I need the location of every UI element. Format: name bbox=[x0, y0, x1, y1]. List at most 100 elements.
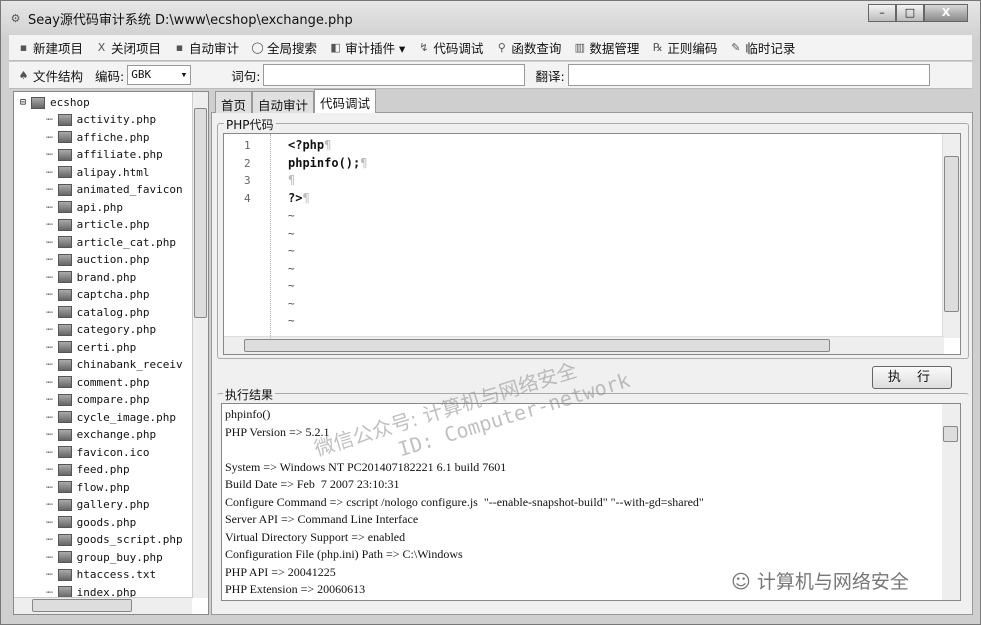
file-icon bbox=[57, 411, 72, 423]
tree-connector: ┈ bbox=[46, 148, 53, 161]
code-line: phpinfo();¶ bbox=[288, 156, 367, 170]
tree-file-item[interactable]: ┈ affiche.php bbox=[46, 131, 149, 144]
tree-connector: ┈ bbox=[46, 200, 53, 214]
file-icon bbox=[57, 288, 72, 301]
file-tree: ⊟ ecshop ┈ activity.php ┈ affiche.php ┈ affili… bbox=[13, 91, 209, 615]
tree-file-item[interactable]: ┈ chinabank_receiv bbox=[46, 358, 183, 371]
tree-horizontal-scrollbar[interactable] bbox=[14, 597, 192, 614]
tree-file-item[interactable]: ┈ article.php bbox=[46, 218, 149, 231]
code-text: phpinfo(); bbox=[288, 155, 361, 170]
tab-code-debug[interactable]: 代码调试 bbox=[314, 89, 377, 113]
tree-file-item[interactable]: ┈ certi.php bbox=[46, 341, 136, 354]
chevron-down-icon: ▾ bbox=[180, 68, 188, 81]
wechat-icon: ☺ bbox=[731, 571, 757, 593]
tree-file-item[interactable]: ┈ category.php bbox=[46, 323, 156, 336]
tree-file-item[interactable]: ┈ exchange.php bbox=[46, 428, 156, 441]
code-line: ¶ bbox=[288, 173, 295, 187]
result-line: phpinfo() bbox=[225, 407, 271, 421]
secondary-toolbar: ♠ 文件结构 编码: GBK ▾ 词句: 翻译: bbox=[9, 62, 972, 89]
file-name: cycle_image.php bbox=[76, 410, 176, 424]
close-button[interactable]: X bbox=[924, 4, 968, 22]
tree-file-item[interactable]: ┈ cycle_image.php bbox=[46, 411, 176, 424]
toolbar-button-7[interactable]: ▥ 数据管理 bbox=[573, 38, 640, 57]
tree-file-item[interactable]: ┈ group_buy.php bbox=[46, 551, 163, 564]
maximize-button[interactable]: □ bbox=[896, 4, 924, 22]
editor-horizontal-scrollbar[interactable] bbox=[224, 336, 944, 354]
execute-button[interactable]: 执 行 bbox=[872, 366, 952, 389]
result-line: PHP API => 20041225 bbox=[225, 564, 336, 579]
tree-file-item[interactable]: ┈ activity.php bbox=[46, 113, 156, 126]
empty-line-marker: ~ bbox=[288, 209, 295, 222]
tree-file-item[interactable]: ┈ flow.php bbox=[46, 481, 130, 494]
line-number: 4 bbox=[244, 191, 251, 205]
file-name: captcha.php bbox=[76, 288, 150, 301]
toolbar-button-3[interactable]: ◯ 全局搜索 bbox=[251, 38, 317, 57]
file-icon bbox=[57, 446, 72, 458]
tree-file-item[interactable]: ┈ comment.php bbox=[46, 376, 149, 389]
tree-file-item[interactable]: ┈ animated_favicon bbox=[46, 183, 183, 196]
file-structure-button[interactable]: ♠ 文件结构 bbox=[17, 66, 83, 85]
file-icon bbox=[57, 131, 72, 143]
tree-file-item[interactable]: ┈ goods_script.php bbox=[46, 533, 183, 546]
toolbar-button-8[interactable]: ℞ 正则编码 bbox=[651, 38, 717, 57]
tree-file-item[interactable]: ┈ article_cat.php bbox=[46, 236, 176, 249]
temp-record-icon: ✎ bbox=[731, 41, 741, 54]
encoding-select[interactable]: GBK ▾ bbox=[127, 65, 192, 85]
file-name: chinabank_receiv bbox=[76, 358, 183, 371]
file-name: auction.php bbox=[76, 253, 150, 266]
tree-connector: ┈ bbox=[46, 305, 53, 319]
file-name: animated_favicon bbox=[76, 183, 183, 196]
tree-file-item[interactable]: ┈ auction.php bbox=[46, 253, 149, 266]
minimize-button[interactable]: – bbox=[868, 4, 896, 22]
tree-connector: ┈ bbox=[46, 113, 53, 126]
toolbar-button-1[interactable]: X 关闭项目 bbox=[95, 38, 161, 57]
tree-file-item[interactable]: ┈ captcha.php bbox=[46, 288, 149, 301]
result-vertical-scrollbar[interactable] bbox=[942, 404, 960, 600]
tree-file-item[interactable]: ┈ favicon.ico bbox=[46, 446, 149, 459]
tree-connector: ┈ bbox=[46, 183, 53, 196]
tree-file-item[interactable]: ┈ feed.php bbox=[46, 463, 130, 476]
toolbar-button-5[interactable]: ↯ 代码调试 bbox=[417, 38, 483, 57]
toolbar-button-9[interactable]: ✎ 临时记录 bbox=[729, 38, 795, 57]
file-icon bbox=[57, 376, 72, 388]
code-editor[interactable]: 1 <?php¶ 2 phpinfo();¶ 3 ¶ 4 ?>¶ ~ ~ ~ ~ ~ ~ ~ bbox=[223, 133, 961, 355]
file-icon bbox=[57, 306, 72, 318]
tab-home[interactable]: 首页 bbox=[215, 91, 253, 113]
editor-vertical-scrollbar[interactable] bbox=[942, 134, 960, 338]
file-icon bbox=[57, 201, 72, 213]
tree-file-item[interactable]: ┈ compare.php bbox=[46, 393, 149, 406]
app-icon: ⚙ bbox=[10, 12, 21, 25]
word-input[interactable] bbox=[263, 64, 526, 86]
tab-auto-audit[interactable]: 自动审计 bbox=[252, 91, 315, 113]
tree-root[interactable]: ⊟ ecshop bbox=[20, 96, 90, 109]
tree-connector: ┈ bbox=[46, 323, 53, 336]
empty-line-marker: ~ bbox=[288, 261, 295, 275]
tree-vertical-scrollbar[interactable] bbox=[192, 92, 208, 598]
file-icon bbox=[57, 113, 72, 126]
tree-connector: ┈ bbox=[46, 375, 53, 389]
tree-connector: ┈ bbox=[46, 358, 53, 371]
tree-file-item[interactable]: ┈ alipay.html bbox=[46, 166, 149, 179]
file-icon bbox=[57, 183, 72, 196]
tree-file-item[interactable]: ┈ api.php bbox=[46, 201, 123, 214]
result-line: PHP Version => 5.2.1 bbox=[225, 424, 330, 439]
toolbar-button-4[interactable]: ◧ 审计插件 ▾ bbox=[329, 38, 405, 57]
tree-file-item[interactable]: ┈ htaccess.txt bbox=[46, 568, 156, 581]
file-name: catalog.php bbox=[76, 305, 150, 319]
toolbar-button-0[interactable]: ▪ 新建项目 bbox=[17, 38, 83, 57]
toolbar-button-6[interactable]: ⚲ 函数查询 bbox=[495, 38, 562, 57]
tree-file-item[interactable]: ┈ brand.php bbox=[46, 271, 136, 284]
tree-file-item[interactable]: ┈ gallery.php bbox=[46, 498, 149, 511]
tree-file-item[interactable]: ┈ catalog.php bbox=[46, 306, 149, 319]
toolbar-label: 新建项目 bbox=[33, 41, 84, 56]
tree-file-item[interactable]: ┈ affiliate.php bbox=[46, 148, 163, 161]
toolbar-button-2[interactable]: ▪ 自动审计 bbox=[173, 38, 239, 57]
file-icon bbox=[57, 481, 72, 493]
translate-input[interactable] bbox=[567, 64, 930, 86]
tree-connector: ┈ bbox=[46, 515, 53, 529]
code-line: ?>¶ bbox=[288, 191, 310, 205]
code-line: <?php¶ bbox=[288, 138, 331, 152]
tree-connector: ┈ bbox=[46, 235, 53, 249]
tree-file-item[interactable]: ┈ goods.php bbox=[46, 516, 136, 529]
file-icon bbox=[57, 271, 72, 283]
